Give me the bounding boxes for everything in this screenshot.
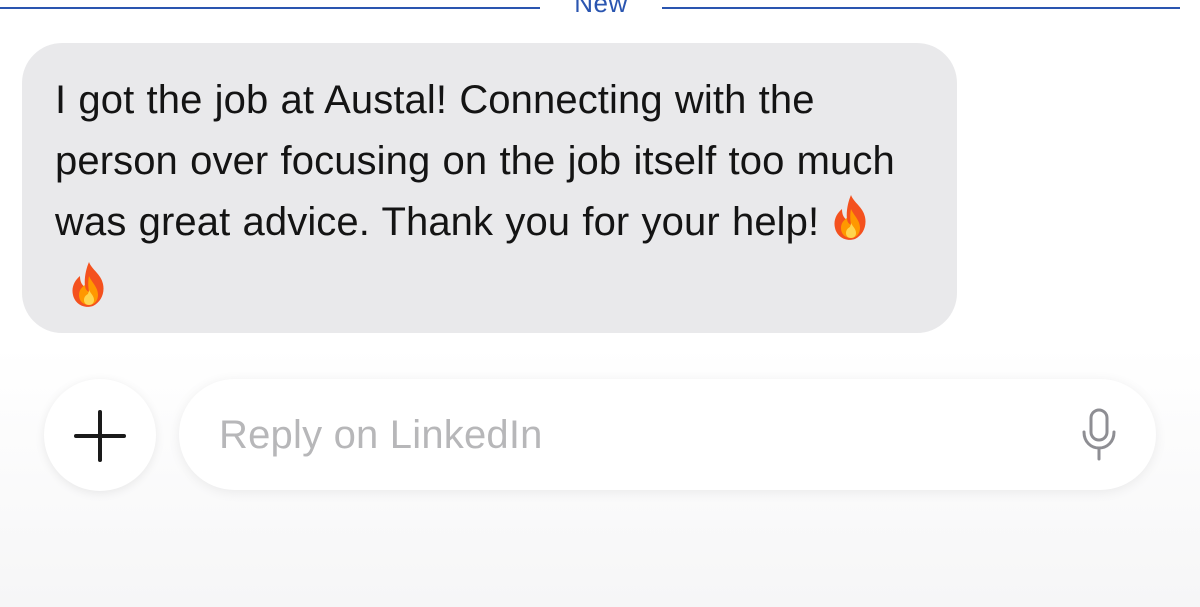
reply-placeholder: Reply on LinkedIn [219, 413, 543, 457]
microphone-icon[interactable] [1076, 407, 1122, 463]
reply-input[interactable]: Reply on LinkedIn [179, 379, 1156, 490]
add-attachment-button[interactable] [44, 379, 156, 491]
divider-line-left [0, 7, 540, 9]
divider-line-right [662, 7, 1180, 9]
fire-emoji-icon [67, 260, 111, 326]
new-messages-divider: New [0, 0, 1200, 30]
new-messages-label: New [574, 0, 628, 18]
message-text: I got the job at Austal! Connecting with… [55, 78, 895, 244]
fire-emoji-icon [829, 193, 873, 259]
message-content: I got the job at Austal! Connecting with… [55, 70, 927, 326]
received-message-bubble[interactable]: I got the job at Austal! Connecting with… [22, 43, 957, 333]
